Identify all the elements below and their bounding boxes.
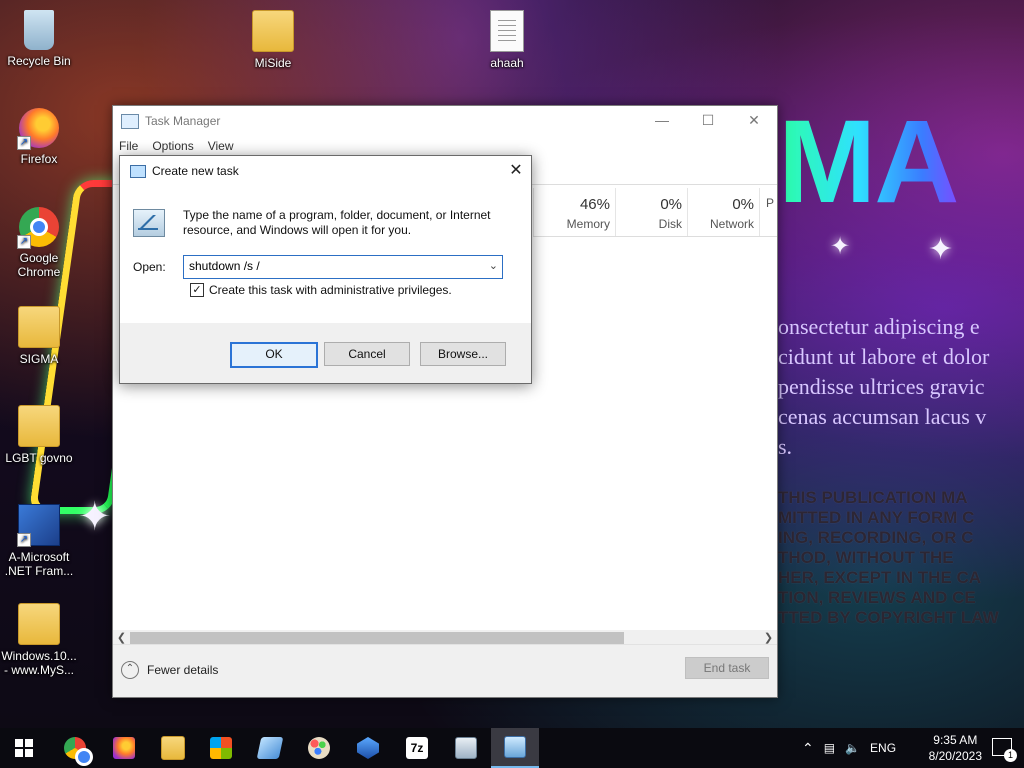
- dialog-titlebar[interactable]: Create new task: [120, 156, 531, 186]
- desktop-icon-google-chrome[interactable]: Google Chrome: [1, 207, 77, 279]
- admin-privileges-label: Create this task with administrative pri…: [209, 283, 452, 297]
- folder-icon: [18, 405, 60, 447]
- desktop-icon-miside[interactable]: MiSide: [235, 10, 311, 70]
- chevron-up-icon: ⌃: [121, 661, 139, 679]
- recycle-bin-icon: [24, 10, 54, 50]
- task-manager-icon: [504, 736, 526, 758]
- taskbar-7zip[interactable]: 7z: [393, 728, 441, 768]
- close-button[interactable]: ✕: [731, 106, 777, 134]
- file-explorer-icon: [161, 736, 185, 760]
- sparkle-icon: ✦: [928, 233, 954, 266]
- chrome-icon: [17, 207, 59, 249]
- firefox-icon: [17, 108, 59, 150]
- desktop-icon-windows10[interactable]: Windows.10... - www.MyS...: [1, 603, 77, 677]
- column-network[interactable]: 0% Network: [687, 188, 760, 236]
- folder-icon: [18, 603, 60, 645]
- taskbar: 7z ⌃ ▤ 🔈 ENG 9:35 AM 8/20/2023 1: [0, 728, 1024, 768]
- taskbar-firefox[interactable]: [100, 728, 148, 768]
- fewer-details-button[interactable]: ⌃ Fewer details: [121, 661, 218, 679]
- admin-privileges-checkbox[interactable]: ✓ Create this task with administrative p…: [190, 283, 452, 297]
- run-icon: [130, 164, 146, 178]
- taskbar-store[interactable]: [197, 728, 245, 768]
- firefox-icon: [113, 737, 135, 759]
- desktop-icon-lgbt-govno[interactable]: LGBT govno: [1, 405, 77, 465]
- ok-button[interactable]: OK: [230, 342, 318, 368]
- checkbox-checked-icon[interactable]: ✓: [190, 283, 204, 297]
- open-input[interactable]: [189, 258, 469, 274]
- taskbar-app-9[interactable]: [442, 728, 490, 768]
- volume-icon[interactable]: 🔈: [845, 741, 860, 755]
- notification-center-button[interactable]: 1: [992, 738, 1017, 762]
- minimize-button[interactable]: —: [639, 106, 685, 134]
- app-icon: [256, 737, 284, 759]
- task-manager-icon: [121, 113, 139, 129]
- dialog-button-bar: OK Cancel Browse...: [120, 323, 531, 383]
- desktop-icon-sigma[interactable]: SIGMA: [1, 306, 77, 366]
- column-disk[interactable]: 0% Disk: [615, 188, 688, 236]
- maximize-button[interactable]: ☐: [685, 106, 731, 134]
- clock[interactable]: 9:35 AM 8/20/2023: [929, 732, 982, 764]
- language-indicator[interactable]: ENG: [870, 741, 896, 755]
- paint-icon: [308, 737, 330, 759]
- open-label: Open:: [133, 260, 166, 274]
- task-manager-title: Task Manager: [145, 114, 221, 128]
- resource-columns: 46% Memory 0% Disk 0% Network P: [533, 188, 777, 237]
- taskbar-task-manager[interactable]: [491, 728, 539, 768]
- taskbar-file-explorer[interactable]: [149, 728, 197, 768]
- system-tray: ⌃ ▤ 🔈 ENG: [802, 728, 896, 768]
- cancel-button[interactable]: Cancel: [324, 342, 410, 366]
- desktop-icon-ahaah[interactable]: ahaah: [469, 10, 545, 70]
- app-icon: [455, 737, 477, 759]
- taskbar-paint[interactable]: [295, 728, 343, 768]
- taskbar-app-5[interactable]: [246, 728, 294, 768]
- menu-file[interactable]: File: [119, 139, 138, 153]
- clock-time: 9:35 AM: [933, 733, 978, 747]
- folder-icon: [18, 306, 60, 348]
- installer-icon: [17, 504, 60, 547]
- text-document-icon: [490, 10, 524, 52]
- task-manager-menubar: File Options View: [113, 136, 777, 156]
- 7zip-icon: 7z: [406, 737, 428, 759]
- taskbar-chrome[interactable]: [51, 728, 99, 768]
- open-combobox[interactable]: ⌄: [183, 255, 503, 279]
- wallpaper-lorem: onsectetur adipiscing e cidunt ut labore…: [778, 314, 990, 459]
- clock-date: 8/20/2023: [928, 749, 982, 763]
- taskbar-app-7[interactable]: [344, 728, 392, 768]
- column-power[interactable]: P: [759, 188, 776, 236]
- dialog-message: Type the name of a program, folder, docu…: [183, 208, 491, 237]
- desktop-icon-firefox[interactable]: Firefox: [1, 108, 77, 166]
- task-manager-footer: ⌃ Fewer details End task: [113, 644, 777, 697]
- chevron-down-icon[interactable]: ⌄: [489, 259, 498, 272]
- desktop-icon-dotnet-framework[interactable]: A-Microsoft .NET Fram...: [1, 504, 77, 578]
- dialog-close-button[interactable]: ✕: [501, 156, 531, 186]
- network-icon[interactable]: ▤: [824, 741, 835, 755]
- menu-view[interactable]: View: [208, 139, 234, 153]
- browse-button[interactable]: Browse...: [420, 342, 506, 366]
- folder-icon: [252, 10, 294, 52]
- app-icon: [357, 737, 379, 759]
- wallpaper-legal-text: THIS PUBLICATION MA MITTED IN ANY FORM C…: [778, 488, 999, 627]
- store-icon: [210, 737, 232, 759]
- menu-options[interactable]: Options: [152, 139, 193, 153]
- sparkle-icon: ✦: [830, 233, 851, 260]
- start-button[interactable]: [0, 728, 48, 768]
- sparkle-icon: ✦: [78, 495, 112, 539]
- create-new-task-dialog: Create new task ✕ Type the name of a pro…: [119, 155, 532, 384]
- run-program-icon: [133, 209, 165, 237]
- end-task-button[interactable]: End task: [685, 657, 769, 679]
- desktop-icon-recycle-bin[interactable]: Recycle Bin: [1, 10, 77, 68]
- notification-count: 1: [1004, 749, 1017, 762]
- chrome-icon: [64, 737, 93, 766]
- column-memory[interactable]: 46% Memory: [533, 188, 616, 236]
- dialog-title: Create new task: [152, 164, 239, 178]
- chevron-up-icon[interactable]: ⌃: [802, 740, 814, 757]
- wallpaper-headline: MA: [778, 96, 960, 228]
- windows-logo-icon: [15, 739, 33, 757]
